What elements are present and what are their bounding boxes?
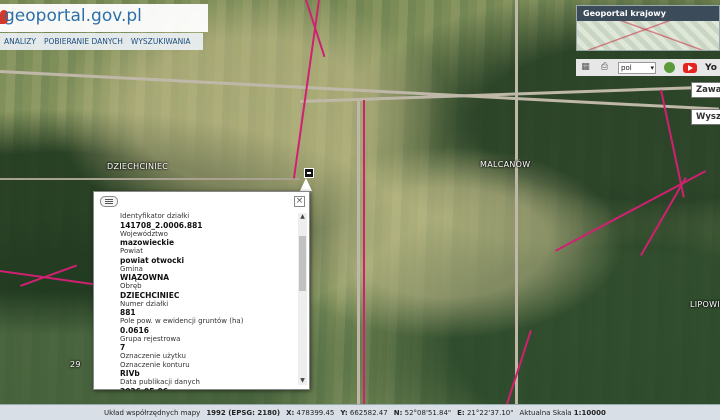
language-select[interactable]: pol [618,61,656,74]
logo[interactable]: geoportal.gov.pl [0,4,208,32]
y-label: Y: [340,408,348,417]
field-value: 7 [120,343,126,352]
logo-text: geoportal.gov.pl [4,6,142,26]
field-value: 0.0616 [120,325,149,335]
search-button[interactable]: Wysz [691,109,720,125]
y-value: 662582.47 [349,408,388,417]
road [357,100,360,404]
advanced-search-button[interactable]: Zawa [691,82,720,98]
parcel-boundary [640,177,687,256]
n-label: N: [393,408,403,417]
field-label: Województwo [120,229,168,238]
field-value: 141708_2.0006.881 [120,220,203,230]
field-label: Identyfikator działki [120,212,190,220]
field-value: 881 [120,308,136,317]
close-icon[interactable]: × [294,196,305,207]
n-value: 52°08'51.84" [404,408,452,417]
field-value: 2026-05-06 [120,387,298,391]
scroll-down-icon[interactable]: ▼ [298,377,307,385]
geoportal-krajowy-link[interactable]: Geoportal krajowy [576,5,720,51]
x-label: X: [286,408,295,417]
parcel-boundary [363,100,365,404]
e-value: 21°22'37.10" [466,408,514,417]
map-label-dziechciniec: DZIECHCINIEC [107,162,169,171]
main-menu: ANALIZY POBIERANIE DANYCH WYSZUKIWANIA [0,33,203,50]
field-value: powiat otwocki [120,255,185,265]
field-label: Oznaczenie użytku [120,352,186,360]
field-label: Powiat [120,247,143,255]
popup-tail [300,178,312,191]
field-label: Pole pow. w ewidencji gruntów (ha) [120,317,244,325]
parcel-boundary [0,270,95,286]
scale-value: 1:10000 [573,408,606,417]
map-label-malcanow: MALCANÓW [480,160,531,169]
field-label: Data publikacji danych [120,378,200,386]
menu-item-analizy[interactable]: ANALIZY [0,37,40,46]
krajowy-thumbnail [577,21,719,50]
grid-icon[interactable]: ▦ [580,62,591,73]
youtube-text: Yo [705,62,717,73]
help-icon[interactable] [664,62,675,73]
field-value: WIĄZOWNA [120,273,170,282]
road [515,0,518,404]
map-label-lipowiec: LIPOWIEC [690,300,720,309]
field-label: Grupa rejestrowa [120,334,181,343]
x-value: 478399.45 [296,408,335,417]
e-label: E: [457,408,465,417]
crs-value: 1992 (EPSG: 2180) [206,408,281,417]
popup-header: × [94,192,309,211]
scroll-up-icon[interactable]: ▲ [298,213,307,221]
youtube-icon[interactable] [683,62,697,73]
scroll-thumb[interactable] [299,236,306,291]
field-label: Obręb [120,282,142,290]
field-label: Numer działki [120,299,169,308]
field-value: DZIECHCINIEC [120,290,180,300]
menu-item-pobieranie-danych[interactable]: POBIERANIE DANYCH [40,37,127,46]
popup-menu-icon[interactable] [100,196,118,207]
top-toolbar: ▦ ⎙ pol Yo [576,59,720,76]
map-label-number: 29 [70,360,81,369]
status-bar: Układ współrzędnych mapy 1992 (EPSG: 218… [0,404,720,420]
crs-label: Układ współrzędnych mapy [104,408,201,417]
field-value: mazowieckie [120,238,175,247]
parcel-marker-icon[interactable] [304,168,314,178]
scale-label: Aktualna Skala [519,408,572,417]
road [0,178,300,180]
parcel-info-popup: × Identyfikator działki 141708_2.0006.881… [93,191,310,390]
popup-body: Identyfikator działki 141708_2.0006.881 Wo… [120,212,298,390]
popup-scrollbar[interactable]: ▲ ▼ [298,213,307,385]
menu-item-wyszukiwania[interactable]: WYSZUKIWANIA [127,37,195,46]
geoportal-krajowy-title: Geoportal krajowy [577,6,719,21]
print-icon[interactable]: ⎙ [599,62,610,73]
field-value: RIVb [120,369,140,378]
parcel-boundary [505,330,532,404]
field-label: Oznaczenie konturu [120,360,190,369]
field-label: Gmina [120,264,143,273]
